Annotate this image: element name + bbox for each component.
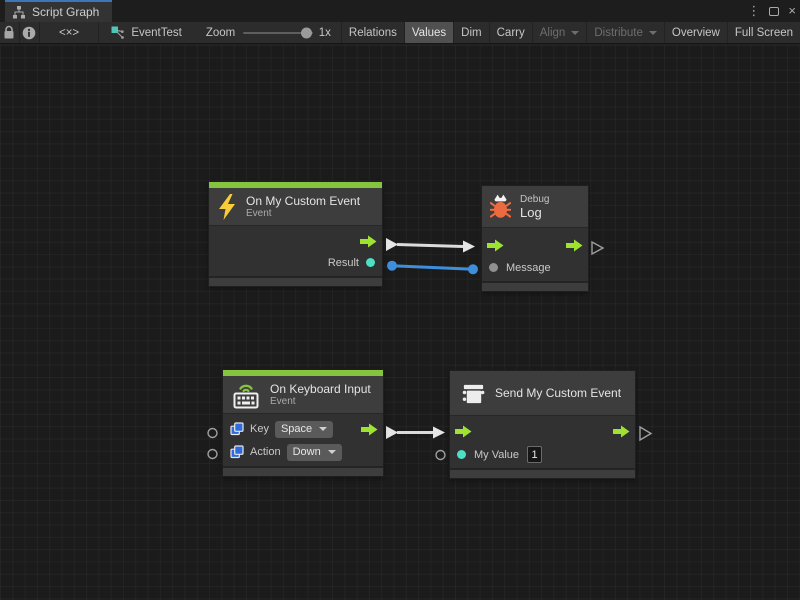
action-dropdown[interactable]: Down <box>287 444 342 461</box>
overview-button[interactable]: Overview <box>664 22 727 43</box>
connections-layer <box>0 45 800 600</box>
maximize-icon[interactable] <box>769 7 779 16</box>
control-wire-custom-to-log[interactable] <box>386 238 475 253</box>
chevron-down-icon <box>319 427 327 431</box>
graph-breadcrumb[interactable]: EventTest <box>99 22 192 43</box>
control-wire-keyboard-to-send[interactable] <box>386 426 445 439</box>
node-header: Send My Custom Event <box>450 371 635 416</box>
node-subtitle: Event <box>270 396 371 408</box>
tab-script-graph[interactable]: Script Graph <box>5 0 112 22</box>
data-wire-result-to-message[interactable] <box>387 261 478 275</box>
key-port-label: Key <box>250 423 269 435</box>
flow-output-port[interactable] <box>613 425 630 438</box>
graph-tree-icon <box>12 6 26 19</box>
align-dropdown[interactable]: Align <box>532 22 587 43</box>
code-preview-button[interactable]: <×> <box>40 22 100 43</box>
dim-button[interactable]: Dim <box>453 22 488 43</box>
node-header: On My Custom Event Event <box>209 188 382 226</box>
graph-name: EventTest <box>131 27 182 39</box>
node-header: Debug Log <box>482 186 588 228</box>
node-footer <box>482 281 588 291</box>
flow-output-port[interactable] <box>360 235 377 248</box>
zoom-slider[interactable] <box>243 22 313 43</box>
node-title: Log <box>520 206 549 220</box>
unconnected-flow-out-indicator[interactable] <box>640 427 651 440</box>
kebab-menu-icon[interactable]: ⋮ <box>747 0 760 22</box>
enum-type-icon <box>230 445 244 459</box>
result-port-label: Result <box>328 257 359 269</box>
chevron-down-icon <box>649 31 657 35</box>
unconnected-flow-out-indicator[interactable] <box>592 242 603 254</box>
action-port-label: Action <box>250 446 281 458</box>
code-icon: <×> <box>59 27 79 39</box>
node-body: Key Space Action Down <box>223 414 383 466</box>
window-controls: ⋮ × <box>747 0 796 22</box>
unconnected-value-in-indicator[interactable] <box>208 429 217 438</box>
tab-bar: Script Graph ⋮ × <box>0 0 800 22</box>
keyboard-icon <box>231 380 261 410</box>
my-value-input[interactable]: 1 <box>527 446 542 463</box>
bug-icon <box>490 193 511 220</box>
graph-node-icon <box>111 26 125 40</box>
node-footer <box>223 466 383 476</box>
node-title: On My Custom Event <box>246 194 360 208</box>
flow-input-port[interactable] <box>455 425 472 438</box>
toolbar-toggle-group: Relations Values Dim Carry Align Distrib… <box>341 22 800 43</box>
full-screen-button[interactable]: Full Screen <box>727 22 800 43</box>
zoom-slider-handle[interactable] <box>301 27 312 38</box>
enum-type-icon <box>230 422 244 436</box>
node-debug-log[interactable]: Debug Log Message <box>482 186 588 291</box>
lightning-bolt-icon <box>217 194 237 220</box>
flow-output-port[interactable] <box>361 423 378 436</box>
node-footer <box>209 276 382 286</box>
lock-icon <box>3 25 15 40</box>
chevron-down-icon <box>571 31 579 35</box>
node-body: Result <box>209 226 382 276</box>
info-button[interactable] <box>20 22 40 43</box>
carry-button[interactable]: Carry <box>489 22 532 43</box>
zoom-value: 1x <box>313 22 341 43</box>
node-subtitle: Event <box>246 208 360 220</box>
node-title: On Keyboard Input <box>270 382 371 396</box>
node-on-keyboard-input[interactable]: On Keyboard Input Event Key Space <box>223 370 383 476</box>
node-on-my-custom-event[interactable]: On My Custom Event Event Result <box>209 182 382 286</box>
unconnected-value-in-indicator[interactable] <box>436 451 445 460</box>
distribute-dropdown[interactable]: Distribute <box>586 22 664 43</box>
my-value-port[interactable] <box>457 450 466 459</box>
node-group-label: Debug <box>520 194 549 206</box>
key-dropdown[interactable]: Space <box>275 421 333 438</box>
lock-button[interactable] <box>0 22 20 43</box>
message-value-port[interactable] <box>489 263 498 272</box>
tab-title: Script Graph <box>32 5 99 19</box>
graph-canvas[interactable]: On My Custom Event Event Result <box>0 45 800 600</box>
values-button[interactable]: Values <box>404 22 453 43</box>
node-title: Send My Custom Event <box>495 386 621 400</box>
node-body: My Value 1 <box>450 416 635 468</box>
zoom-label: Zoom <box>192 22 243 43</box>
result-value-port[interactable] <box>366 258 375 267</box>
node-send-my-custom-event[interactable]: Send My Custom Event My Value 1 <box>450 371 635 478</box>
flow-output-port[interactable] <box>566 239 583 252</box>
my-value-port-label: My Value <box>474 449 519 461</box>
unconnected-value-in-indicator[interactable] <box>208 450 217 459</box>
node-footer <box>450 468 635 478</box>
node-body: Message <box>482 228 588 281</box>
chevron-down-icon <box>328 450 336 454</box>
custom-event-icon <box>461 381 486 406</box>
script-graph-window: Script Graph ⋮ × <×> <box>0 0 800 600</box>
info-icon <box>22 26 36 40</box>
relations-button[interactable]: Relations <box>341 22 404 43</box>
flow-input-port[interactable] <box>487 239 504 252</box>
node-header: On Keyboard Input Event <box>223 376 383 414</box>
graph-toolbar: <×> EventTest Zoom 1x Relations Values D… <box>0 22 800 44</box>
close-icon[interactable]: × <box>788 0 796 22</box>
message-port-label: Message <box>506 262 551 274</box>
